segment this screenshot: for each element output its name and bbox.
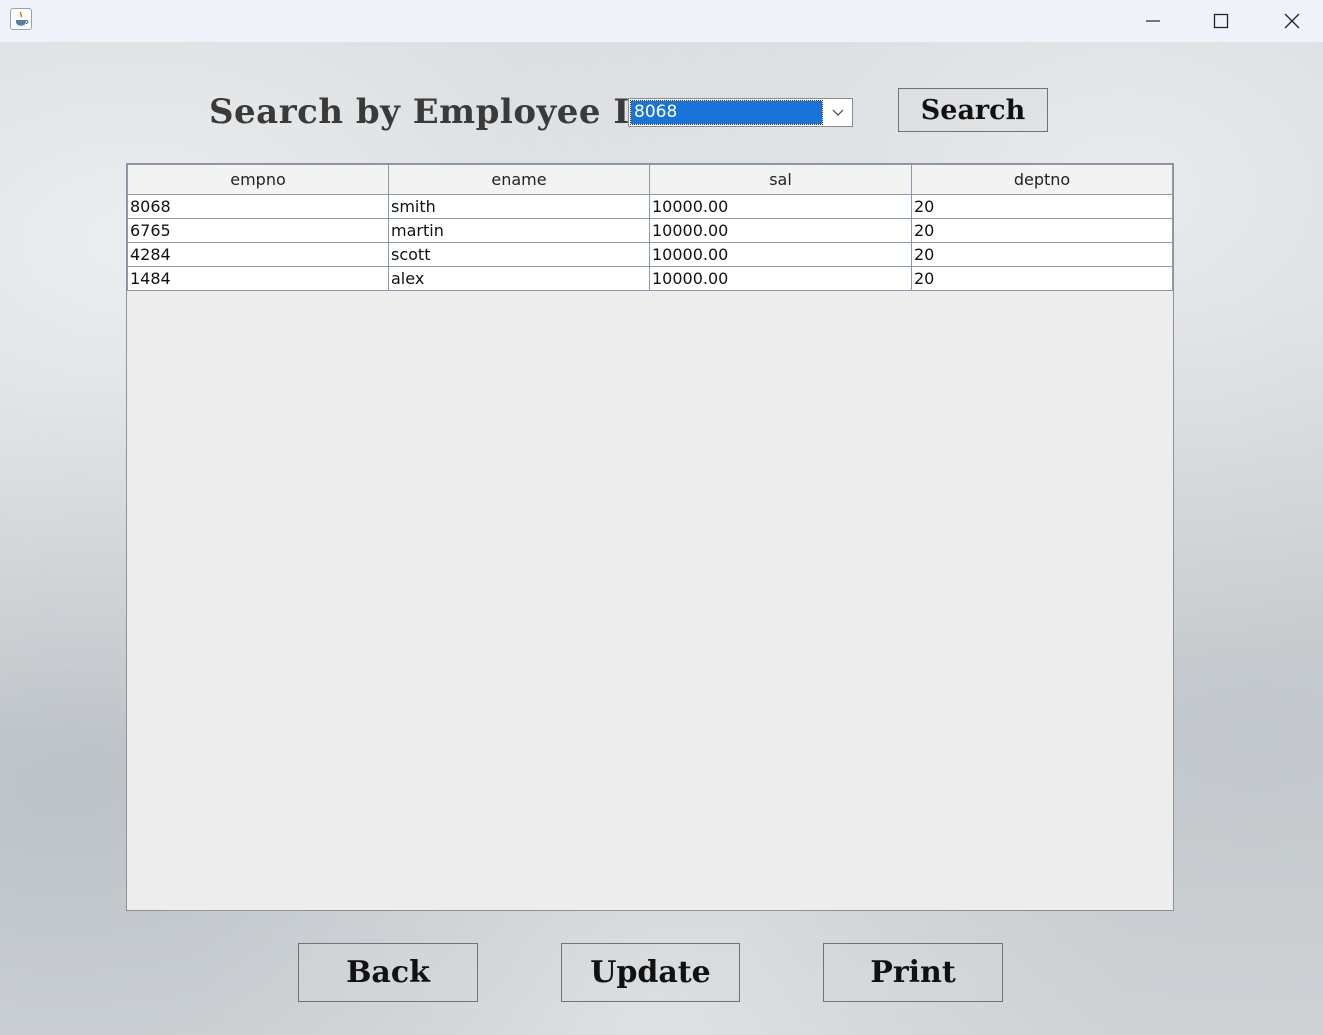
cell-empno[interactable]: 8068	[127, 194, 389, 219]
table-row[interactable]: 1484 alex 10000.00 20	[127, 266, 1173, 291]
cell-ename[interactable]: alex	[388, 266, 650, 291]
cell-empno[interactable]: 4284	[127, 242, 389, 267]
back-button[interactable]: Back	[298, 943, 478, 1002]
cell-deptno[interactable]: 20	[911, 194, 1173, 219]
table-row[interactable]: 4284 scott 10000.00 20	[127, 242, 1173, 267]
column-header-empno[interactable]: empno	[127, 164, 389, 195]
cell-sal[interactable]: 10000.00	[649, 242, 912, 267]
chevron-down-icon[interactable]	[824, 99, 852, 126]
search-label: Search by Employee ID:	[209, 92, 673, 132]
table-row[interactable]: 6765 martin 10000.00 20	[127, 218, 1173, 243]
cell-deptno[interactable]: 20	[911, 218, 1173, 243]
cell-ename[interactable]: scott	[388, 242, 650, 267]
print-button[interactable]: Print	[823, 943, 1003, 1002]
column-header-sal[interactable]: sal	[649, 164, 912, 195]
column-header-ename[interactable]: ename	[388, 164, 650, 195]
employee-table: empno ename sal deptno 8068 smith 10000.…	[126, 163, 1174, 911]
table-row[interactable]: 8068 smith 10000.00 20	[127, 194, 1173, 219]
minimize-icon	[1146, 20, 1160, 22]
cell-empno[interactable]: 1484	[127, 266, 389, 291]
cell-deptno[interactable]: 20	[911, 242, 1173, 267]
cell-empno[interactable]: 6765	[127, 218, 389, 243]
column-header-deptno[interactable]: deptno	[911, 164, 1173, 195]
title-bar	[0, 0, 1323, 42]
close-icon	[1284, 13, 1300, 29]
close-button[interactable]	[1257, 0, 1323, 42]
java-icon	[10, 8, 32, 30]
maximize-button[interactable]	[1186, 0, 1256, 42]
cell-deptno[interactable]: 20	[911, 266, 1173, 291]
combobox-selected-value: 8068	[630, 100, 823, 125]
cell-sal[interactable]: 10000.00	[649, 194, 912, 219]
cell-sal[interactable]: 10000.00	[649, 218, 912, 243]
employee-id-combobox[interactable]: 8068	[628, 98, 853, 127]
search-button[interactable]: Search	[898, 88, 1048, 132]
cell-ename[interactable]: smith	[388, 194, 650, 219]
maximize-icon	[1213, 13, 1229, 29]
update-button[interactable]: Update	[561, 943, 740, 1002]
minimize-button[interactable]	[1118, 0, 1188, 42]
cell-ename[interactable]: martin	[388, 218, 650, 243]
cell-sal[interactable]: 10000.00	[649, 266, 912, 291]
table-header-row: empno ename sal deptno	[127, 164, 1173, 195]
